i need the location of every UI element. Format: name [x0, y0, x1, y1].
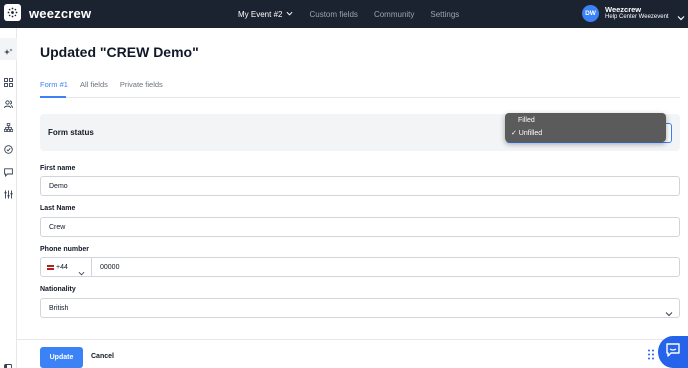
footer-divider [17, 339, 688, 340]
user-menu-chevron-icon[interactable] [677, 9, 685, 21]
chevron-down-icon [286, 10, 293, 19]
event-selector-label: My Event #2 [238, 9, 283, 19]
uk-flag-icon [47, 265, 54, 270]
form-tabs: Form #1 All fields Private fields [40, 80, 175, 89]
nationality-select[interactable]: British [40, 298, 680, 318]
last-name-value: Crew [49, 224, 66, 231]
weezcrew-logo-icon[interactable] [4, 4, 21, 21]
tab-all-fields[interactable]: All fields [80, 80, 108, 89]
active-tab-indicator [40, 96, 66, 98]
phone-country-code: +44 [56, 264, 68, 271]
chat-bubble-icon [665, 342, 681, 363]
user-avatar[interactable]: DW [582, 5, 599, 22]
top-bar: weezcrew My Event #2 Custom fields Commu… [0, 0, 688, 28]
tabs-divider [40, 97, 680, 98]
form-status-dropdown: Filled ✓ Unfilled [505, 113, 666, 142]
tab-form-1[interactable]: Form #1 [40, 80, 68, 89]
phone-country-selector[interactable]: +44 [41, 258, 92, 276]
org-chart-icon[interactable] [3, 119, 14, 132]
option-unfilled[interactable]: ✓ Unfilled [511, 129, 542, 137]
sparkle-icon[interactable] [4, 44, 13, 55]
users-icon[interactable] [4, 96, 13, 109]
chat-icon[interactable] [4, 164, 13, 178]
option-filled[interactable]: Filled [518, 117, 535, 124]
panel-toggle-icon[interactable] [4, 359, 12, 368]
chevron-down-icon [78, 264, 85, 276]
nationality-label: Nationality [40, 286, 76, 293]
last-name-label: Last Name [40, 205, 76, 212]
phone-label: Phone number [40, 246, 90, 253]
nav-community[interactable]: Community [374, 10, 414, 19]
chevron-down-icon [665, 305, 673, 317]
first-name-field[interactable]: Demo [40, 176, 680, 196]
first-name-label: First name [40, 165, 76, 172]
page-title: Updated "CREW Demo" [40, 44, 199, 60]
update-button[interactable]: Update [40, 347, 83, 368]
cancel-button[interactable]: Cancel [91, 353, 114, 360]
phone-number-value: 00000 [100, 264, 120, 271]
user-name[interactable]: Weezcrew [605, 5, 641, 14]
form-status-label: Form status [48, 128, 94, 137]
main-nav: My Event #2 Custom fields Community Sett… [238, 0, 475, 28]
nav-settings[interactable]: Settings [430, 10, 459, 19]
tab-private-fields[interactable]: Private fields [120, 80, 163, 89]
last-name-field[interactable]: Crew [40, 217, 680, 237]
support-chat-button[interactable] [658, 336, 688, 368]
app-logo-text[interactable]: weezcrew [29, 6, 91, 21]
sidebar [0, 28, 17, 368]
user-subtitle[interactable]: Help Center Weezevent [605, 14, 669, 20]
nav-custom-fields[interactable]: Custom fields [309, 10, 357, 19]
first-name-value: Demo [49, 183, 68, 190]
phone-field[interactable]: +44 00000 [40, 257, 680, 277]
nationality-value: British [49, 305, 69, 312]
sliders-icon[interactable] [4, 186, 13, 199]
event-selector[interactable]: My Event #2 [238, 10, 293, 19]
drag-handle-icon[interactable] [647, 347, 655, 360]
grid-icon[interactable] [4, 74, 13, 87]
check-circle-icon[interactable] [4, 141, 13, 154]
